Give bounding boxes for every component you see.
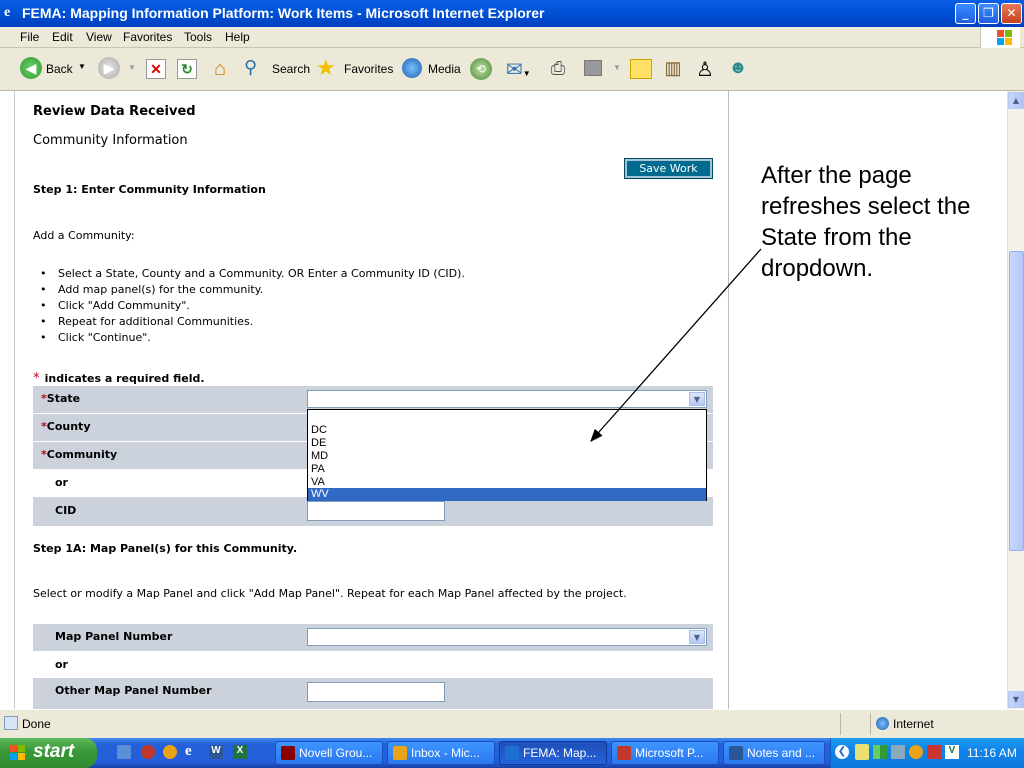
status-bar: Done Internet — [0, 709, 1024, 738]
start-label: start — [33, 741, 75, 762]
internet-globe-icon — [876, 717, 889, 730]
excel-icon[interactable]: X — [233, 745, 247, 759]
taskbar-item-fema[interactable]: FEMA: Map... — [499, 741, 607, 765]
network-icon[interactable] — [891, 745, 905, 759]
signal-icon[interactable] — [873, 745, 887, 759]
app-icon — [393, 746, 407, 760]
start-button[interactable]: start — [0, 738, 97, 768]
status-divider — [870, 713, 871, 735]
show-hidden-icons-button[interactable]: ❮ — [835, 745, 849, 759]
callout-arrow — [590, 248, 762, 442]
windows-flag-icon — [10, 745, 26, 761]
page-icon — [4, 716, 18, 730]
taskbar-item-novell[interactable]: Novell Grou... — [275, 741, 383, 765]
task-label: Novell Grou... — [299, 746, 373, 760]
tray-icon[interactable] — [855, 744, 869, 760]
taskbar-item-notes[interactable]: Notes and ... — [723, 741, 825, 765]
taskbar: start e W X Novell Grou... Inbox - Mic..… — [0, 738, 1024, 768]
status-text: Done — [22, 717, 51, 731]
quick-launch-icon[interactable] — [163, 745, 177, 759]
word-icon[interactable]: W — [209, 745, 223, 759]
vertical-scrollbar[interactable]: ▲ ▼ — [1007, 91, 1024, 709]
tray-icon[interactable]: V — [945, 745, 959, 759]
task-label: Microsoft P... — [635, 746, 704, 760]
quick-launch-icon[interactable] — [117, 745, 131, 759]
app-icon — [617, 746, 631, 760]
app-icon — [281, 746, 295, 760]
taskbar-item-inbox[interactable]: Inbox - Mic... — [387, 741, 495, 765]
task-label: FEMA: Map... — [523, 746, 597, 760]
app-icon — [505, 746, 519, 760]
scroll-up-button[interactable]: ▲ — [1008, 92, 1024, 109]
tray-icon[interactable] — [927, 745, 941, 759]
status-divider — [840, 713, 841, 735]
task-label: Notes and ... — [747, 746, 816, 760]
quick-launch-icon[interactable] — [141, 745, 155, 759]
tray-icon[interactable] — [909, 745, 923, 759]
ie-icon[interactable]: e — [185, 743, 192, 760]
taskbar-item-powerpoint[interactable]: Microsoft P... — [611, 741, 719, 765]
quick-launch: e W X — [115, 743, 265, 762]
scrollbar-thumb[interactable] — [1009, 251, 1024, 551]
task-label: Inbox - Mic... — [411, 746, 480, 760]
clock: 11:16 AM — [967, 746, 1017, 760]
app-icon — [729, 746, 743, 760]
security-zone: Internet — [893, 717, 934, 731]
system-tray: ❮ V 11:16 AM — [830, 738, 1024, 768]
scroll-down-button[interactable]: ▼ — [1008, 691, 1024, 708]
